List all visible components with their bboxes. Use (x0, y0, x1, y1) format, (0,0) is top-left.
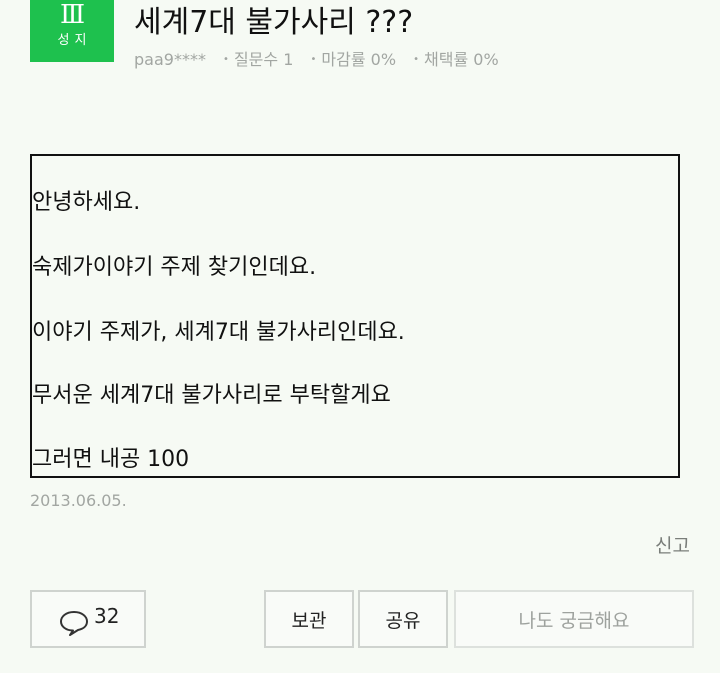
question-count-stat: • 질문수 1 (223, 48, 293, 72)
body-line: 안녕하세요. (32, 190, 141, 215)
comment-count: 32 (94, 604, 120, 628)
question-body: 안녕하세요. 숙제가이야기 주제 찾기인데요. 이야기 주제가, 세계7대 불가… (30, 154, 680, 478)
adopt-rate-stat: • 채택률 0% (413, 48, 499, 72)
author-id[interactable]: paa9**** (134, 48, 206, 72)
question-title: 세계7대 불가사리 ??? (134, 5, 414, 40)
level-label: 성지 (57, 33, 92, 48)
level-numeral: Ⅲ (59, 0, 85, 30)
user-level-badge: Ⅲ 성지 (30, 0, 114, 62)
question-count-text: 질문수 1 (233, 50, 294, 69)
comment-button[interactable]: 32 (30, 590, 146, 648)
body-line: 그러면 내공 100 (32, 447, 190, 472)
speech-bubble-icon (60, 611, 88, 636)
question-meta: paa9**** • 질문수 1 • 마감률 0% • 채택률 0% (134, 48, 499, 72)
body-line: 이야기 주제가, 세계7대 불가사리인데요. (32, 320, 405, 345)
curious-too-button[interactable]: 나도 궁금해요 (454, 590, 694, 648)
close-rate-stat: • 마감률 0% (310, 48, 396, 72)
bullet-icon: • (223, 54, 229, 65)
save-button[interactable]: 보관 (264, 590, 354, 648)
body-line: 무서운 세계7대 불가사리로 부탁할게요 (32, 383, 391, 408)
share-button[interactable]: 공유 (358, 590, 448, 648)
post-date: 2013.06.05. (30, 491, 127, 510)
adopt-rate-text: 채택률 0% (424, 50, 499, 69)
bullet-icon: • (413, 54, 420, 65)
question-page: Ⅲ 성지 세계7대 불가사리 ??? paa9**** • 질문수 1 • 마감률 … (0, 0, 720, 673)
close-rate-text: 마감률 0% (321, 50, 397, 69)
bullet-icon: • (310, 54, 317, 65)
body-line: 숙제가이야기 주제 찾기인데요. (32, 255, 317, 280)
report-link[interactable]: 신고 (655, 533, 690, 559)
